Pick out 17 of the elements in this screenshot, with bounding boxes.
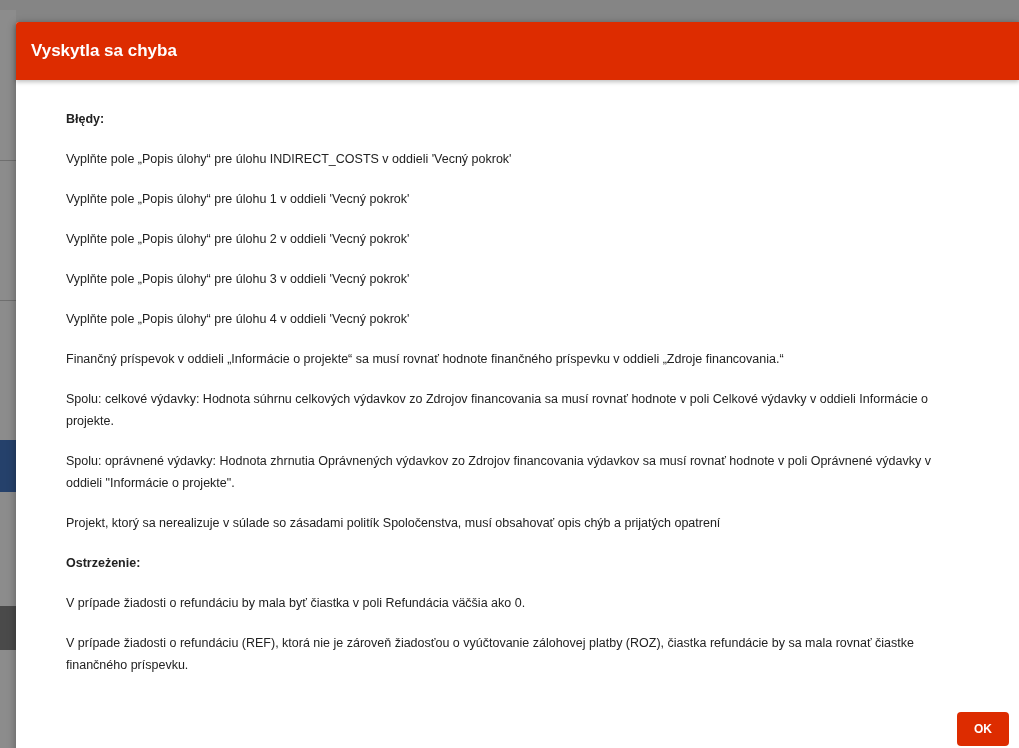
message-text: Vyplňte pole „Popis úlohy“ pre úlohu 3 v oddieli 'Vecný pokrok' <box>66 271 411 288</box>
message-text: Finančný príspevok v oddieli „Informácie o projekte“ sa musí rovnať hodnote finančného príspevku v oddieli „Zdroje financovania.“ <box>66 351 785 368</box>
page-banner <box>0 440 16 492</box>
message-text: Spolu: celkové výdavky: Hodnota súhrnu celkových výdavkov zo Zdrojov financovania sa musí rovnať hodnote v poli Celkové výdavky v oddieli Informácie o projekte. <box>66 391 930 430</box>
ok-button[interactable]: OK <box>957 712 1009 746</box>
message-text: V prípade žiadosti o refundáciu by mala byť čiastka v poli Refundácia väčšia ako 0. <box>66 595 527 612</box>
dialog-title: Vyskytla sa chyba <box>16 22 1019 80</box>
page-bar <box>0 606 16 650</box>
message-text: V prípade žiadosti o refundáciu (REF), ktorá nie je zároveň žiadosťou o vyúčtovanie zálohovej platby (ROZ), čiastka refundácie by sa mala rovnať čiastke finančného príspevku. <box>66 635 915 674</box>
message-text: Vyplňte pole „Popis úlohy“ pre úlohu INDIRECT_COSTS v oddieli 'Vecný pokrok' <box>66 151 513 168</box>
message-text: Vyplňte pole „Popis úlohy“ pre úlohu 2 v oddieli 'Vecný pokrok' <box>66 231 411 248</box>
message-text: Vyplňte pole „Popis úlohy“ pre úlohu 4 v oddieli 'Vecný pokrok' <box>66 311 411 328</box>
message-text: Vyplňte pole „Popis úlohy“ pre úlohu 1 v oddieli 'Vecný pokrok' <box>66 191 411 208</box>
section-heading: Ostrzeżenie: <box>66 555 142 572</box>
message-text: Projekt, ktorý sa nerealizuje v súlade so zásadami politík Spoločenstva, musí obsahovať opis chýb a prijatých opatrení <box>66 515 722 532</box>
message-text: Spolu: oprávnené výdavky: Hodnota zhrnutia Oprávnených výdavkov zo Zdrojov financovania výdavkov sa musí rovnať hodnote v poli Oprávnené výdavky v oddieli "Informácie o projekte". <box>66 453 932 492</box>
section-heading: Błędy: <box>66 111 106 128</box>
